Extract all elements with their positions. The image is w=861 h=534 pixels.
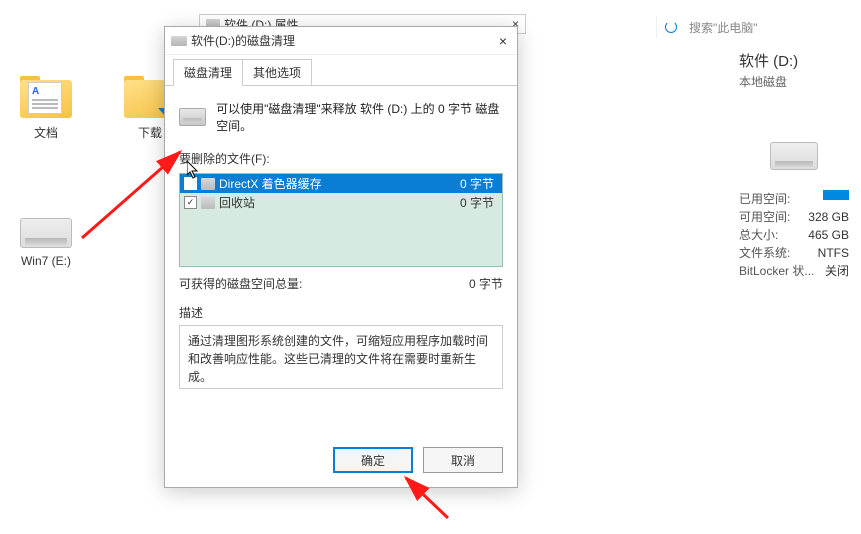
drive-label: Win7 (E:) [10,254,82,268]
files-to-delete-label: 要删除的文件(F): [179,150,503,167]
drive-icon [20,218,72,248]
details-panel: 软件 (D:) 本地磁盘 已用空间: 可用空间: 328 GB 总大小: 465 G… [739,50,849,280]
drive-icon [770,142,818,170]
details-title: 软件 (D:) [739,50,849,71]
description-label: 描述 [179,304,503,321]
folder-documents[interactable]: 文档 [10,76,82,141]
refresh-icon[interactable] [665,21,677,33]
total-value: 0 字节 [469,275,503,292]
dialog-title: 软件(D:)的磁盘清理 [191,32,295,49]
description-text: 通过清理图形系统创建的文件，可缩短应用程序加载时间和改善响应性能。这些已清理的文… [179,325,503,389]
file-row-recycle-bin[interactable]: ✓ 回收站 0 字节 [180,193,502,212]
file-size: 0 字节 [438,175,498,192]
dialog-content: 可以使用"磁盘清理"来释放 软件 (D:) 上的 0 字节 磁盘空间。 要删除的… [165,86,517,437]
explorer-icons: 文档 下载 [10,76,186,141]
file-name: 回收站 [219,194,438,211]
dialog-buttons: 确定 取消 [165,437,517,487]
stat-label: 总大小: [739,226,778,244]
tab-other-options[interactable]: 其他选项 [242,59,312,85]
cancel-button[interactable]: 取消 [423,447,503,473]
ok-button[interactable]: 确定 [333,447,413,473]
drive-e[interactable]: Win7 (E:) [10,218,82,268]
folder-label: 文档 [10,124,82,141]
files-list[interactable]: DirectX 着色器缓存 0 字节 ✓ 回收站 0 字节 [179,173,503,267]
stat-value: 关闭 [825,262,849,280]
file-size: 0 字节 [438,194,498,211]
drive-icon [171,36,187,46]
file-row-directx-cache[interactable]: DirectX 着色器缓存 0 字节 [180,174,502,193]
tab-cleanup[interactable]: 磁盘清理 [173,59,243,86]
dialog-tabs: 磁盘清理 其他选项 [165,55,517,86]
search-box[interactable]: 搜索"此电脑" [656,16,821,38]
dialog-titlebar[interactable]: 软件(D:)的磁盘清理 × [165,27,517,55]
disk-cleanup-dialog: 软件(D:)的磁盘清理 × 磁盘清理 其他选项 可以使用"磁盘清理"来释放 软件… [164,26,518,488]
stat-value: 465 GB [808,226,849,244]
stat-label: 文件系统: [739,244,790,262]
search-placeholder: 搜索"此电脑" [689,19,758,36]
stat-label: 已用空间: [739,190,790,208]
checkbox[interactable] [184,177,197,190]
stat-value: NTFS [818,244,849,262]
close-icon[interactable]: × [495,33,511,49]
file-type-icon [201,178,215,190]
total-label: 可获得的磁盘空间总量: [179,275,302,292]
intro-text: 可以使用"磁盘清理"来释放 软件 (D:) 上的 0 字节 磁盘空间。 [216,100,503,134]
recycle-bin-icon [201,197,215,209]
stat-label: 可用空间: [739,208,790,226]
drive-icon [179,108,206,126]
intro-row: 可以使用"磁盘清理"来释放 软件 (D:) 上的 0 字节 磁盘空间。 [179,100,503,134]
file-name: DirectX 着色器缓存 [219,175,438,192]
stat-value: 328 GB [808,208,849,226]
stat-label: BitLocker 状... [739,262,814,280]
details-subtitle: 本地磁盘 [739,73,849,90]
folder-icon [20,76,72,118]
usage-bar [823,190,849,200]
checkbox[interactable]: ✓ [184,196,197,209]
total-space-row: 可获得的磁盘空间总量: 0 字节 [179,275,503,292]
details-stats: 已用空间: 可用空间: 328 GB 总大小: 465 GB 文件系统: NTFS B… [739,190,849,280]
